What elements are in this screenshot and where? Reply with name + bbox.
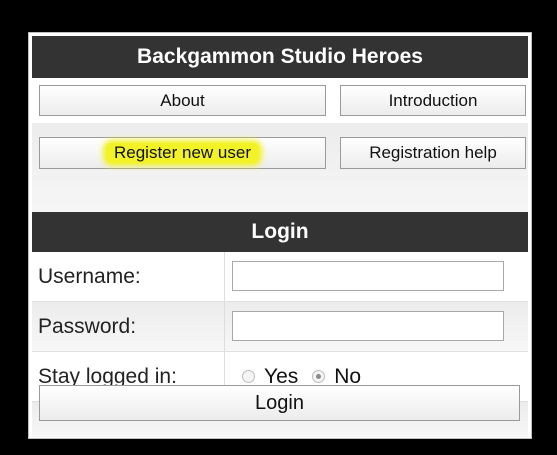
password-label: Password: bbox=[38, 314, 137, 338]
login-section-title: Login bbox=[32, 212, 528, 252]
register-new-user-button[interactable]: Register new user bbox=[39, 137, 326, 169]
username-input[interactable] bbox=[232, 261, 504, 291]
stay-logged-in-yes-radio[interactable] bbox=[242, 370, 255, 383]
username-row: Username: bbox=[32, 252, 528, 302]
column-divider bbox=[224, 302, 225, 351]
password-row: Password: bbox=[32, 302, 528, 352]
app-title: Backgammon Studio Heroes bbox=[32, 36, 528, 78]
stay-logged-in-no-radio[interactable] bbox=[312, 370, 326, 383]
password-input[interactable] bbox=[232, 311, 504, 341]
column-divider bbox=[224, 252, 225, 301]
registration-help-button[interactable]: Registration help bbox=[340, 137, 526, 169]
login-button[interactable]: Login bbox=[39, 385, 520, 421]
register-new-user-label: Register new user bbox=[105, 143, 259, 163]
about-button[interactable]: About bbox=[39, 85, 326, 116]
username-label: Username: bbox=[38, 264, 141, 288]
backgammon-panel: Backgammon Studio Heroes About Introduct… bbox=[28, 32, 532, 439]
radio-selected-dot bbox=[316, 374, 322, 379]
introduction-button[interactable]: Introduction bbox=[340, 85, 526, 116]
